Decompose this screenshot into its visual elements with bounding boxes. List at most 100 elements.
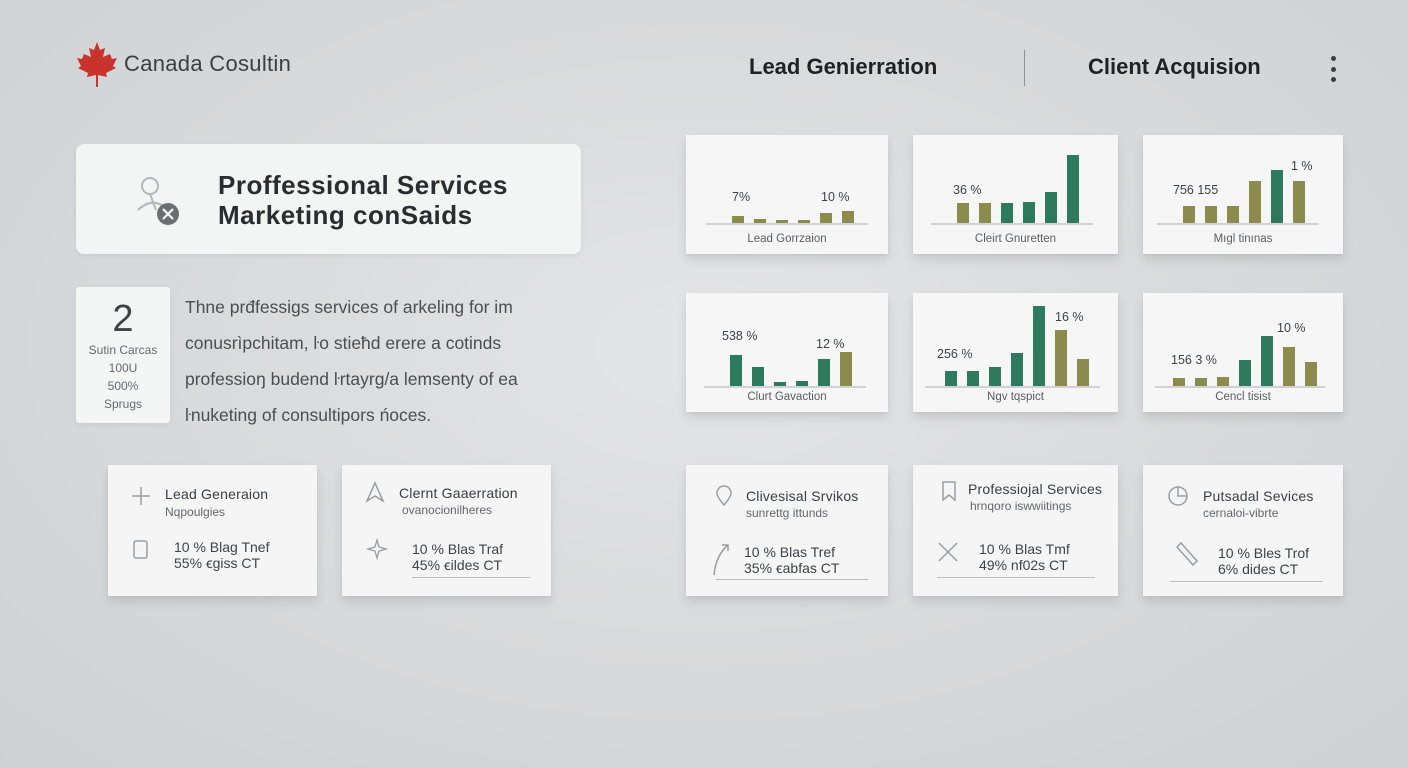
stat-box: 2 Sutin Carcas 100U 500% Sprugs: [76, 287, 170, 423]
navigation-arrow-icon: [365, 481, 385, 503]
page-title-line-2: Marketing conSaids: [218, 200, 473, 230]
chart-bar: [1283, 347, 1295, 386]
chart-caption: Cleirt Gnuretten: [974, 233, 1057, 245]
feature-card-subtitle: hrnqoro iswwiitings: [970, 499, 1072, 513]
feature-card-subtitle: sunrettg ittunds: [746, 506, 829, 520]
pie-chart-icon: [1168, 486, 1188, 506]
feature-card-lead-generation[interactable]: Lead Generaion Nqpoulgies 10 % Blag Tnef…: [108, 465, 317, 596]
hero-card: Proffessional Services Marketing conSaid…: [76, 144, 581, 254]
chart-bar: [1239, 360, 1251, 386]
chart-data-label: 16 %: [1055, 310, 1084, 324]
feature-card-stat: 10 % Blas Tmf: [979, 541, 1070, 557]
feature-card-subtitle: cernaloi-vibrte: [1203, 506, 1279, 520]
chart-bar: [1077, 359, 1089, 386]
chart-bar: [1045, 192, 1057, 223]
description-line: conusrìpchitam, ŀo stieħd erere a cotind…: [185, 333, 502, 353]
feature-card-title: Clernt Gaaerration: [399, 485, 518, 501]
chart-card-client-acquisition[interactable]: 538 % 12 % Clurt Gavaction: [686, 293, 888, 412]
chart-bar: [1227, 206, 1239, 223]
nav-client-acquisition[interactable]: Client Acquision: [1088, 54, 1261, 80]
chart-bar: [1217, 377, 1229, 386]
chart-card-client-generation[interactable]: 36 % Cleirt Gnuretten: [913, 135, 1118, 254]
feature-card-stat: 10 % Blag Tnef: [174, 539, 270, 555]
chart-bar: [967, 371, 979, 386]
chart-bar: [1249, 181, 1261, 223]
plus-icon: [132, 487, 150, 505]
document-icon: [133, 540, 148, 559]
chart-bar: [1271, 170, 1283, 223]
chart-bar: [979, 203, 991, 223]
feature-card-stat: 10 % Bles Trof: [1218, 545, 1310, 561]
chart-data-label: 756 155: [1173, 183, 1219, 197]
divider: [1170, 581, 1323, 582]
feature-card-subtitle: Nqpoulgies: [165, 505, 226, 519]
chart-caption: Ngv tqspict: [987, 391, 1044, 403]
feature-card-title: Lead Generaion: [165, 486, 269, 502]
chart-bar: [1055, 330, 1067, 386]
chart-bar: [957, 203, 969, 223]
stat-number: 2: [112, 298, 134, 340]
chart-card-lead-generation[interactable]: 7% 10 % Lead Gorrzaion: [686, 135, 888, 254]
feature-card-stat: 55% ꞓgiss CT: [174, 555, 261, 571]
divider: [937, 577, 1095, 578]
feature-card-subtitle: ovanocionilheres: [402, 503, 493, 517]
chart-bar: [732, 216, 744, 223]
feature-card-title: Professiojal Services: [968, 481, 1103, 497]
stat-line: Sprugs: [103, 397, 143, 411]
description-line: ŀnuketing of consultipors ńoces.: [185, 405, 432, 425]
stat-line: Sutin Carcas: [88, 343, 158, 357]
location-pin-icon: [716, 485, 732, 507]
chart-bar: [1067, 155, 1079, 223]
more-menu-icon[interactable]: [1323, 56, 1343, 82]
chart-caption: Lead Gorrzaion: [747, 233, 827, 245]
divider: [716, 579, 868, 580]
sparkle-icon: [366, 538, 388, 560]
feature-card-professional-services[interactable]: Professiojal Services hrnqoro iswwiiting…: [913, 465, 1118, 596]
pin-remove-icon: [137, 177, 179, 225]
nav-divider: [1024, 50, 1025, 86]
trend-arrow-icon: [713, 544, 729, 576]
chart-bar: [840, 352, 852, 386]
chart-bar: [798, 220, 810, 223]
chart-card-client-list[interactable]: 156 3 % 10 % Cencl tisist: [1143, 293, 1343, 412]
chart-bar: [1195, 378, 1207, 386]
feature-card-stat: 49% nf02s CT: [979, 557, 1068, 573]
feature-card-stat: 6% dides CT: [1218, 561, 1299, 577]
chart-bar: [1205, 206, 1217, 223]
chart-data-label: 12 %: [816, 337, 845, 351]
brand-name: Canada Cosultin: [124, 51, 292, 76]
chart-bar: [752, 367, 764, 386]
nav-lead-generation[interactable]: Lead Genierration: [749, 54, 937, 80]
chart-bar: [730, 355, 742, 386]
chart-card-metrics[interactable]: 756 155 1 % Mıgl tinınas: [1143, 135, 1343, 254]
chart-bar: [989, 367, 1001, 386]
chart-bar: [1001, 203, 1013, 223]
description-line: Thne prđfessigs services of arkeling for…: [185, 297, 513, 317]
chart-data-label: 36 %: [953, 183, 982, 197]
chart-bar: [1011, 353, 1023, 386]
chart-bar: [1293, 181, 1305, 223]
brand-logo[interactable]: Canada Cosultin: [76, 40, 291, 88]
pencil-icon: [1175, 541, 1199, 567]
chart-bar: [1033, 306, 1045, 386]
page-title: Proffessional Services Marketing conSaid…: [218, 170, 508, 230]
chart-bar: [1023, 202, 1035, 223]
chart-data-label: 10 %: [1277, 321, 1306, 335]
stat-line: 500%: [107, 379, 139, 393]
feature-card-stat: 35% ꞓabfas CT: [744, 560, 840, 576]
chart-bar: [776, 220, 788, 223]
chart-bar: [1261, 336, 1273, 386]
chart-bar: [1305, 362, 1317, 386]
chart-card-impact[interactable]: 256 % 16 % Ngv tqspict: [913, 293, 1118, 412]
description-line: professioŋ budend ŀrtayrg/a lemsenty of …: [185, 369, 518, 389]
feature-card-personal-services[interactable]: Putsadal Sevices cernaloi-vibrte 10 % Bl…: [1143, 465, 1343, 596]
chart-data-label: 1 %: [1291, 159, 1313, 173]
divider: [412, 577, 530, 578]
description: Thne prđfessigs services of arkeling for…: [185, 289, 585, 433]
maple-leaf-icon: [77, 42, 117, 87]
stat-line: 100U: [108, 361, 138, 375]
chart-bar: [774, 382, 786, 386]
feature-card-client-generation[interactable]: Clernt Gaaerration ovanocionilheres 10 %…: [342, 465, 551, 596]
chart-bar: [945, 371, 957, 386]
feature-card-services[interactable]: Clivesisal Srvikos sunrettg ittunds 10 %…: [686, 465, 888, 596]
